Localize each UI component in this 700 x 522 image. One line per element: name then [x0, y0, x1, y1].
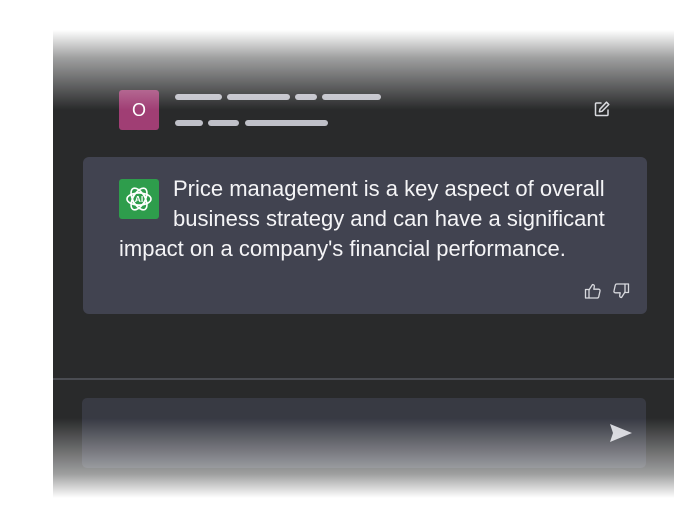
feedback-buttons [584, 282, 630, 300]
thumbs-down-icon[interactable] [612, 282, 630, 300]
message-input[interactable] [82, 398, 646, 468]
chat-panel: O AI Price management is a key aspect of… [53, 30, 674, 498]
user-prompt-row: O [53, 80, 674, 140]
thumbs-up-icon[interactable] [584, 282, 602, 300]
user-avatar-letter: O [131, 100, 146, 120]
screenshot-stage: O AI Price management is a key aspect of… [0, 0, 700, 522]
assistant-message-content: Price management is a key aspect of over… [119, 176, 605, 261]
edit-pencil-icon[interactable] [593, 100, 611, 118]
send-icon[interactable] [609, 423, 633, 443]
assistant-message-card: AI Price management is a key aspect of o… [83, 157, 647, 314]
user-avatar: O [119, 90, 159, 130]
composer-divider [53, 378, 674, 380]
assistant-message-text: Price management is a key aspect of over… [119, 174, 639, 264]
